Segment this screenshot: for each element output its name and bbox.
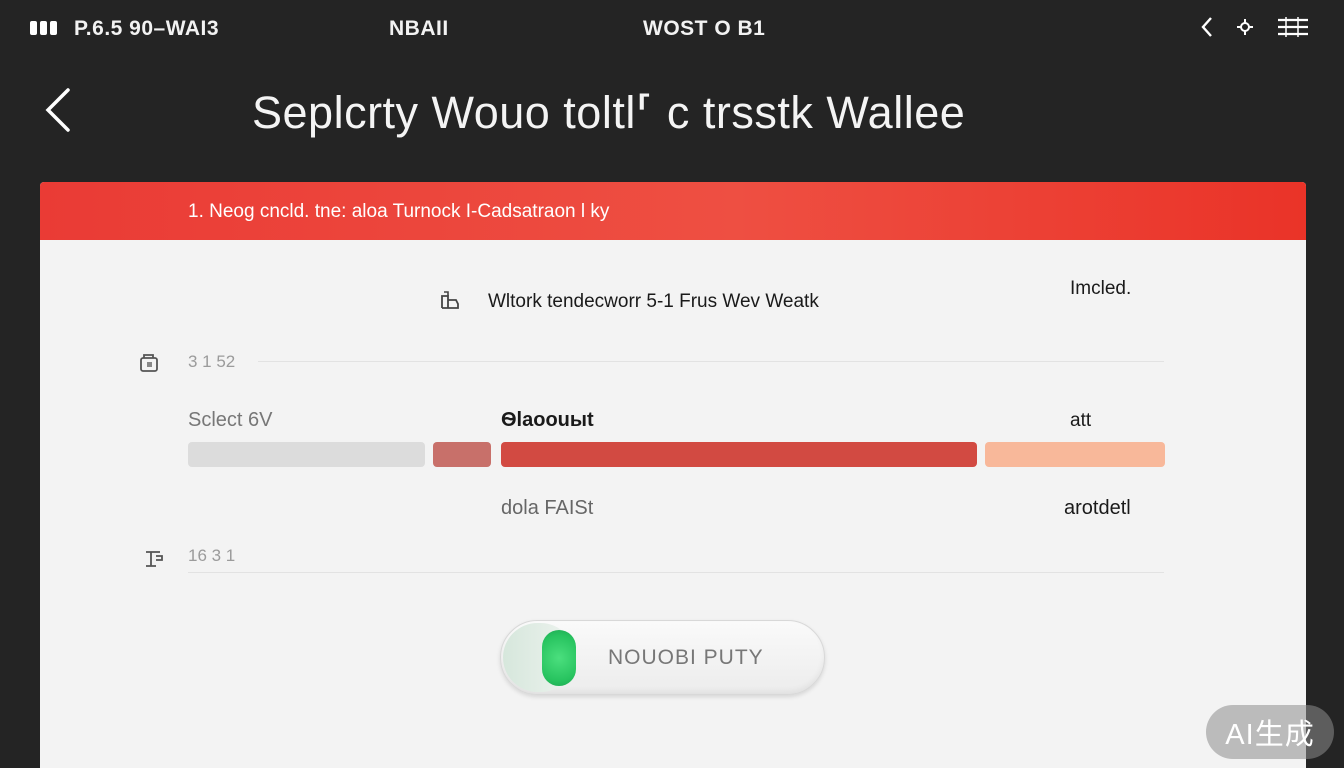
alert-banner-text: 1. Neog cncld. tne: aloa Turnock I-Cadsa…	[188, 201, 610, 222]
select-sub-label: dola FAISt	[501, 497, 594, 519]
status-left-text: P.6.5 90–WAI3	[74, 17, 220, 40]
divider	[188, 572, 1164, 573]
toggle-knob[interactable]	[542, 630, 576, 686]
divider	[258, 361, 1164, 362]
select-label: Sclect 6V	[188, 409, 273, 431]
settings-card: 1. Neog cncld. tne: aloa Turnock I-Cadsa…	[40, 182, 1306, 768]
signal-icon	[30, 21, 57, 35]
segment-1[interactable]	[188, 442, 425, 467]
page-title: Seplcrty Wouo toltl⸢ c trsstk Wallee	[252, 87, 966, 138]
back-button[interactable]	[40, 84, 84, 136]
select-bar-label: Ѳlaoouыt	[501, 409, 594, 431]
status-carrier-text: WOST O B1	[643, 17, 766, 40]
item-a-label: 3 1 52	[188, 352, 236, 371]
network-label: Wltork tendecworr 5-1 Frus Wev Weatk	[488, 291, 819, 312]
status-bar: P.6.5 90–WAI3 NBAII WOST O B1	[0, 0, 1344, 56]
segment-3[interactable]	[501, 442, 977, 467]
segment-2[interactable]	[433, 442, 491, 467]
alert-banner: 1. Neog cncld. tne: aloa Turnock I-Cadsa…	[40, 182, 1306, 240]
menu-icon[interactable]	[1276, 15, 1310, 39]
toggle-switch[interactable]: NOUOBI PUTY	[500, 620, 825, 695]
network-icon	[441, 291, 459, 309]
chevron-left-icon[interactable]	[1200, 16, 1214, 38]
tool-icon	[146, 551, 163, 567]
select-right-label: att	[1070, 410, 1092, 431]
network-status[interactable]: Imcled.	[1070, 278, 1131, 300]
toggle-label: NOUOBI PUTY	[608, 646, 764, 669]
lock-icon	[140, 354, 158, 372]
chevron-left-icon	[45, 88, 70, 132]
segment-4[interactable]	[985, 442, 1165, 467]
status-icons	[1200, 15, 1310, 39]
settings-icon[interactable]	[1236, 18, 1254, 36]
status-mid-text: NBAII	[389, 17, 449, 40]
ai-watermark: AI生成	[1206, 705, 1334, 759]
item-b-label: 16 3 1	[188, 546, 236, 565]
select-sub-right: arotdetl	[1064, 497, 1131, 519]
